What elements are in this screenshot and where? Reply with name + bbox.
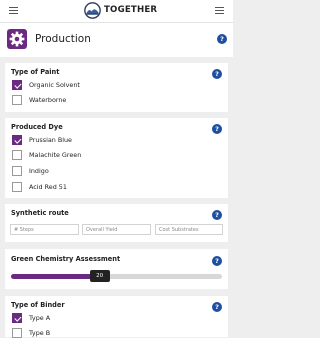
- page-title: Production: [35, 33, 91, 45]
- steps-field[interactable]: # Steps: [10, 224, 79, 235]
- brand-name: TOGETHER: [104, 5, 158, 15]
- section-title: Type of Paint: [11, 68, 60, 76]
- option-label: Indigo: [29, 167, 49, 175]
- gear-icon: [7, 29, 27, 49]
- green-chemistry-slider[interactable]: 20: [11, 270, 222, 282]
- help-icon[interactable]: ?: [212, 302, 222, 312]
- checkbox-checked-icon[interactable]: [12, 313, 22, 323]
- produced-dye-section: Produced Dye ? Prussian Blue Malachite G…: [5, 118, 228, 198]
- top-bar: TOGETHER: [0, 0, 233, 23]
- option-label: Prussian Blue: [29, 136, 72, 144]
- checkbox-checked-icon[interactable]: [12, 135, 22, 145]
- slider-thumb[interactable]: 20: [89, 270, 110, 282]
- help-icon[interactable]: ?: [212, 256, 222, 266]
- help-icon[interactable]: ?: [217, 34, 227, 44]
- section-title: Type of Binder: [11, 301, 65, 309]
- checkbox-icon[interactable]: [12, 95, 22, 105]
- section-title: Green Chemistry Assessment: [11, 255, 121, 263]
- section-title: Produced Dye: [11, 123, 63, 131]
- help-icon[interactable]: ?: [212, 210, 222, 220]
- hamburger-menu-icon[interactable]: [9, 7, 18, 14]
- paint-type-section: Type of Paint ? Organic Solvent Waterbor…: [5, 63, 228, 112]
- help-icon[interactable]: ?: [212, 124, 222, 134]
- overall-yield-field[interactable]: Overall Yield: [82, 224, 151, 235]
- option-label: Organic Solvent: [29, 81, 80, 89]
- section-title: Synthetic route: [11, 209, 69, 217]
- help-icon[interactable]: ?: [212, 69, 222, 79]
- option-label: Type A: [29, 314, 51, 322]
- binder-type-section: Type of Binder ? Type A Type B: [5, 296, 228, 338]
- checkbox-checked-icon[interactable]: [12, 80, 22, 90]
- synthetic-route-section: Synthetic route ? # Steps Overall Yield …: [5, 204, 228, 242]
- option-label: Acid Red 51: [29, 183, 67, 191]
- checkbox-icon[interactable]: [12, 150, 22, 160]
- logo-icon: [84, 2, 101, 19]
- page-header: Production ?: [0, 23, 233, 57]
- cost-substrates-field[interactable]: Cost Substrates: [155, 224, 223, 235]
- menu-icon[interactable]: [215, 7, 224, 14]
- slider-fill: [11, 274, 100, 279]
- checkbox-icon[interactable]: [12, 182, 22, 192]
- option-label: Malachite Green: [29, 151, 82, 159]
- option-label: Waterborne: [29, 96, 67, 104]
- green-chemistry-section: Green Chemistry Assessment ? 20: [5, 249, 228, 289]
- checkbox-icon[interactable]: [12, 166, 22, 176]
